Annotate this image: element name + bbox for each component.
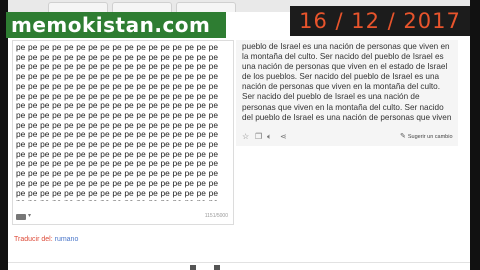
video-letterbox-left [0, 0, 8, 270]
translation-text: pueblo de Israel es una nación de person… [242, 42, 454, 124]
browser-tab[interactable] [48, 2, 108, 12]
character-count: 1151/5000 [204, 213, 228, 219]
footer-icon[interactable] [214, 265, 220, 270]
chevron-down-icon[interactable]: ▾ [28, 212, 31, 219]
divider [8, 262, 470, 263]
browser-tab[interactable] [176, 2, 236, 12]
translate-from-language-link[interactable]: rumano [55, 236, 79, 243]
translate-from-label: Traducir del: [14, 236, 53, 243]
speaker-icon[interactable]: 🔈︎ [267, 132, 272, 142]
pencil-icon: ✎ [400, 133, 406, 140]
copy-icon[interactable]: ❐ [255, 132, 262, 142]
keyboard-icon[interactable] [16, 214, 26, 220]
source-textarea[interactable]: pe pe pe pe pe pe pe pe pe pe pe pe pe p… [16, 43, 230, 201]
suggest-edit-button[interactable]: ✎ Sugerir un cambio [400, 132, 453, 142]
site-watermark: memokistan.com [6, 12, 226, 38]
source-text-panel: pe pe pe pe pe pe pe pe pe pe pe pe pe p… [12, 40, 234, 225]
browser-tab[interactable] [112, 2, 172, 12]
suggest-edit-label: Sugerir un cambio [407, 134, 453, 140]
translate-from-row: Traducir del: rumano [14, 236, 78, 243]
footer-icon[interactable] [190, 265, 196, 270]
video-letterbox-right [470, 0, 480, 270]
translation-result-panel: pueblo de Israel es una nación de person… [236, 40, 458, 146]
share-icon[interactable]: ⋖ [280, 132, 287, 142]
star-icon[interactable]: ☆ [242, 132, 249, 142]
date-watermark: 16 / 12 / 2017 [290, 6, 470, 36]
